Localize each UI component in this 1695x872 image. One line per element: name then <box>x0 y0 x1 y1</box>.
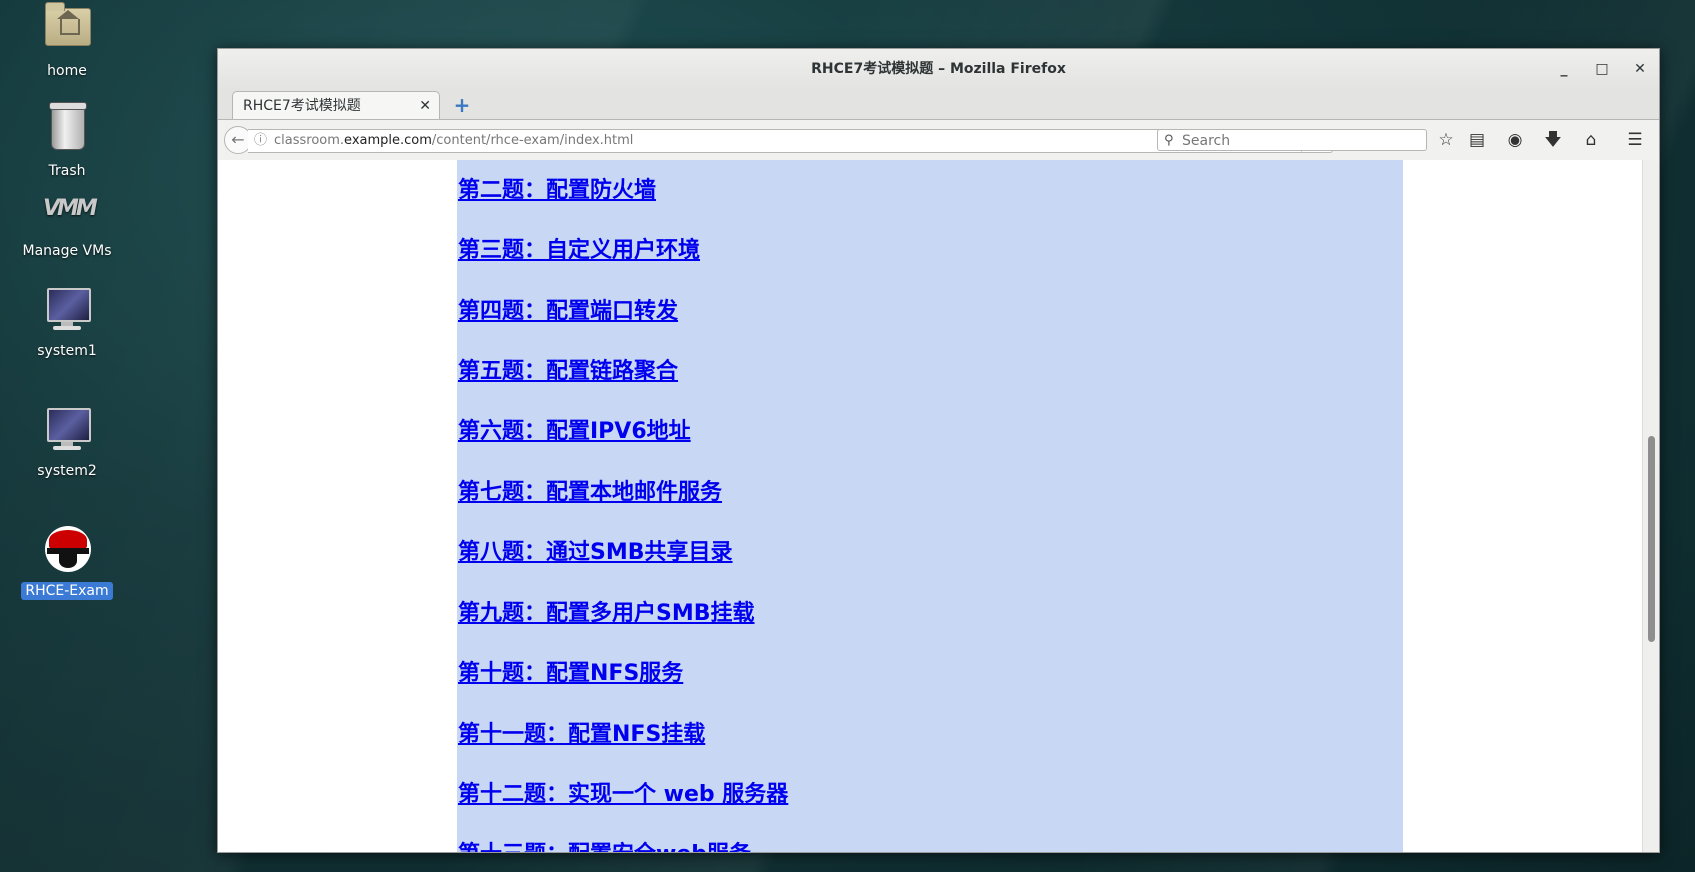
home-folder-icon <box>39 2 95 58</box>
firefox-window: RHCE7考试模拟题 – Mozilla Firefox _ □ ✕ RHCE7… <box>217 48 1660 853</box>
url-prefix: classroom. <box>274 133 345 148</box>
desktop-icon-label: system1 <box>37 343 97 359</box>
window-title: RHCE7考试模拟题 – Mozilla Firefox <box>811 61 1066 77</box>
vm-manager-icon: VMM <box>43 196 98 221</box>
exam-link-7[interactable]: 第七题：配置本地邮件服务 <box>458 474 722 506</box>
exam-link-11[interactable]: 第十一题：配置NFS挂载 <box>458 716 705 748</box>
tab-strip: RHCE7考试模拟题 ✕ + <box>218 89 1659 120</box>
tab-close-icon[interactable]: ✕ <box>419 92 431 120</box>
exam-link-8[interactable]: 第八题：通过SMB共享目录 <box>458 534 733 566</box>
exam-link-3[interactable]: 第三题：自定义用户环境 <box>458 232 700 264</box>
search-icon: ⚲ <box>1164 133 1174 148</box>
desktop-icon-rhce-exam[interactable]: RHCE-Exam <box>17 522 117 600</box>
window-titlebar[interactable]: RHCE7考试模拟题 – Mozilla Firefox _ □ ✕ <box>218 49 1659 89</box>
url-path: /content/rhce-exam/index.html <box>431 133 634 148</box>
desktop-icon-home[interactable]: home <box>17 2 117 80</box>
desktop-icon-label: home <box>47 63 87 79</box>
new-tab-button[interactable]: + <box>450 91 474 119</box>
search-placeholder: Search <box>1182 133 1231 149</box>
desktop-icon-trash[interactable]: Trash <box>17 102 117 180</box>
pocket-icon[interactable]: ◉ <box>1502 128 1528 152</box>
downloads-icon[interactable]: 🡇 <box>1540 128 1566 152</box>
computer-monitor-icon <box>39 402 95 458</box>
desktop-icon-manage-vms[interactable]: VMM Manage VMs <box>17 182 117 260</box>
exam-link-12[interactable]: 第十二题：实现一个 web 服务器 <box>458 776 788 808</box>
exam-link-2[interactable]: 第二题：配置防火墙 <box>458 172 656 204</box>
page-content: 第二题：配置防火墙 第三题：自定义用户环境 第四题：配置端口转发 第五题：配置链… <box>218 160 1642 852</box>
exam-link-10[interactable]: 第十题：配置NFS服务 <box>458 655 683 687</box>
exam-link-6[interactable]: 第六题：配置IPV6地址 <box>458 413 691 445</box>
url-text: classroom.example.com/content/rhce-exam/… <box>274 130 633 152</box>
back-arrow-icon: ← <box>231 130 245 149</box>
computer-monitor-icon <box>39 282 95 338</box>
search-input[interactable]: ⚲ Search <box>1157 129 1427 151</box>
bookmark-star-icon[interactable]: ☆ <box>1433 128 1459 152</box>
close-window-button[interactable]: ✕ <box>1625 49 1655 89</box>
desktop-icon-label: Manage VMs <box>22 243 112 259</box>
redhat-logo-icon <box>39 522 95 578</box>
tab-label: RHCE7考试模拟题 <box>243 98 361 114</box>
desktop-icon-system1[interactable]: system1 <box>17 282 117 360</box>
vertical-scrollbar[interactable] <box>1642 160 1659 852</box>
trash-icon <box>39 102 95 158</box>
url-host: example.com <box>344 133 432 148</box>
desktop-icon-system2[interactable]: system2 <box>17 402 117 480</box>
site-info-icon[interactable]: ⓘ <box>254 130 267 152</box>
desktop-icon-label: Trash <box>48 163 86 179</box>
menu-hamburger-icon[interactable]: ☰ <box>1622 128 1648 152</box>
exam-link-5[interactable]: 第五题：配置链路聚合 <box>458 353 678 385</box>
navigation-toolbar: ← ⓘ classroom.example.com/content/rhce-e… <box>218 120 1659 161</box>
exam-link-4[interactable]: 第四题：配置端口转发 <box>458 293 678 325</box>
bookmarks-library-icon[interactable]: ▤ <box>1464 128 1490 152</box>
desktop-icon-label: RHCE-Exam <box>21 582 113 600</box>
exam-link-9[interactable]: 第九题：配置多用户SMB挂载 <box>458 595 755 627</box>
scrollbar-thumb[interactable] <box>1648 436 1655 642</box>
maximize-button[interactable]: □ <box>1587 49 1617 89</box>
minimize-button[interactable]: _ <box>1549 49 1579 89</box>
exam-link-13[interactable]: 第十三题：配置安全web服务 <box>458 836 751 852</box>
desktop-icon-label: system2 <box>37 463 97 479</box>
home-icon[interactable]: ⌂ <box>1578 128 1604 152</box>
tab-rhce7[interactable]: RHCE7考试模拟题 ✕ <box>232 91 440 119</box>
